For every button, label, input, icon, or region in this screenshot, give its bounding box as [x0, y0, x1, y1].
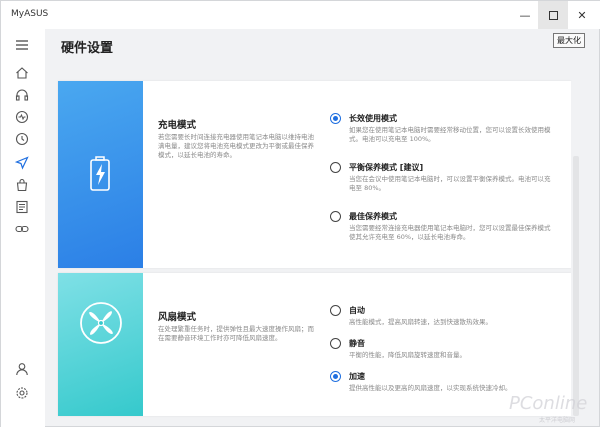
watermark-subtitle: 太平洋电脑网 [539, 417, 576, 424]
fan-icon [80, 302, 122, 344]
radio-button[interactable] [330, 338, 341, 349]
battery-icon [90, 156, 110, 191]
settings-icon[interactable] [14, 385, 30, 401]
charging-illustration [58, 81, 143, 268]
option-label: 自动 [349, 306, 365, 315]
option-description: 高性能模式，提高风扇转速，达到快速散热效果。 [349, 318, 492, 326]
app-window: MyASUS — ✕ 最大化 硬件设置 充电模式 若您需要长时间连接充电器使用笔… [0, 0, 600, 427]
customization-icon[interactable] [14, 155, 30, 171]
maximize-tooltip: 最大化 [553, 33, 585, 48]
option-label: 长效使用模式 [349, 114, 397, 123]
vertical-scrollbar[interactable] [571, 81, 583, 416]
scrollbar-thumb[interactable] [573, 156, 579, 416]
link-icon[interactable] [14, 221, 30, 237]
radio-button[interactable] [330, 113, 341, 124]
store-icon[interactable] [14, 177, 30, 193]
close-icon: ✕ [577, 8, 587, 22]
minimize-button[interactable]: — [510, 1, 540, 29]
radio-button[interactable] [330, 162, 341, 173]
home-icon[interactable] [14, 65, 30, 81]
page-title: 硬件设置 [61, 41, 114, 56]
minimize-icon: — [519, 8, 531, 22]
option-description: 平衡的性能，降低风扇旋转速度和音量。 [349, 351, 466, 359]
radio-button[interactable] [330, 211, 341, 222]
app-title: MyASUS [11, 9, 49, 19]
maximize-button[interactable] [538, 1, 568, 29]
maximize-icon [548, 10, 558, 20]
hamburger-menu-icon[interactable] [14, 37, 30, 53]
option-label: 最佳保养模式 [349, 212, 397, 221]
option-description: 当您在会议中使用笔记本电脑时，可以设置平衡保养模式。电池可以充电至 80%。 [349, 175, 551, 192]
diagnosis-icon[interactable] [14, 109, 30, 125]
account-icon[interactable] [14, 361, 30, 377]
sidebar [1, 29, 45, 427]
charging-mode-card: 充电模式 若您需要长时间连接充电器使用笔记本电脑以维持电池满电量，建议您将电池充… [58, 81, 571, 268]
fan-illustration [58, 273, 143, 416]
system-update-icon[interactable] [14, 131, 30, 147]
radio-button[interactable] [330, 305, 341, 316]
title-bar: MyASUS — ✕ [1, 1, 600, 29]
fan-mode-description: 在处理繁重任务时，提供弹性且最大速度操作风扇；而在需要静音环境工作时亦可降低风扇… [158, 325, 314, 342]
headset-icon[interactable] [14, 87, 30, 103]
option-label: 加速 [349, 372, 365, 381]
charging-mode-description: 若您需要长时间连接充电器使用笔记本电脑以维持电池满电量，建议您将电池充电模式更改… [158, 133, 314, 159]
news-icon[interactable] [14, 199, 30, 215]
option-label: 静音 [349, 339, 365, 348]
radio-button[interactable] [330, 371, 341, 382]
watermark-logo: PConline [509, 393, 588, 414]
fan-mode-title: 风扇模式 [158, 312, 197, 323]
option-description: 提供高性能以及更高的风扇速度，以实现系统快速冷却。 [349, 384, 512, 392]
charging-mode-title: 充电模式 [158, 120, 197, 131]
option-description: 当您需要经常连接充电器使用笔记本电脑时，您可以设置最佳保养模式使其允许充电至 6… [349, 224, 551, 241]
close-button[interactable]: ✕ [567, 1, 597, 29]
option-label: 平衡保养模式 [建议] [349, 163, 424, 172]
fan-mode-card: 风扇模式 在处理繁重任务时，提供弹性且最大速度操作风扇；而在需要静音环境工作时亦… [58, 273, 571, 416]
option-description: 如果您在使用笔记本电脑时需要经常移动位置，您可以设置长效使用模式。电池可以充电至… [349, 126, 551, 143]
